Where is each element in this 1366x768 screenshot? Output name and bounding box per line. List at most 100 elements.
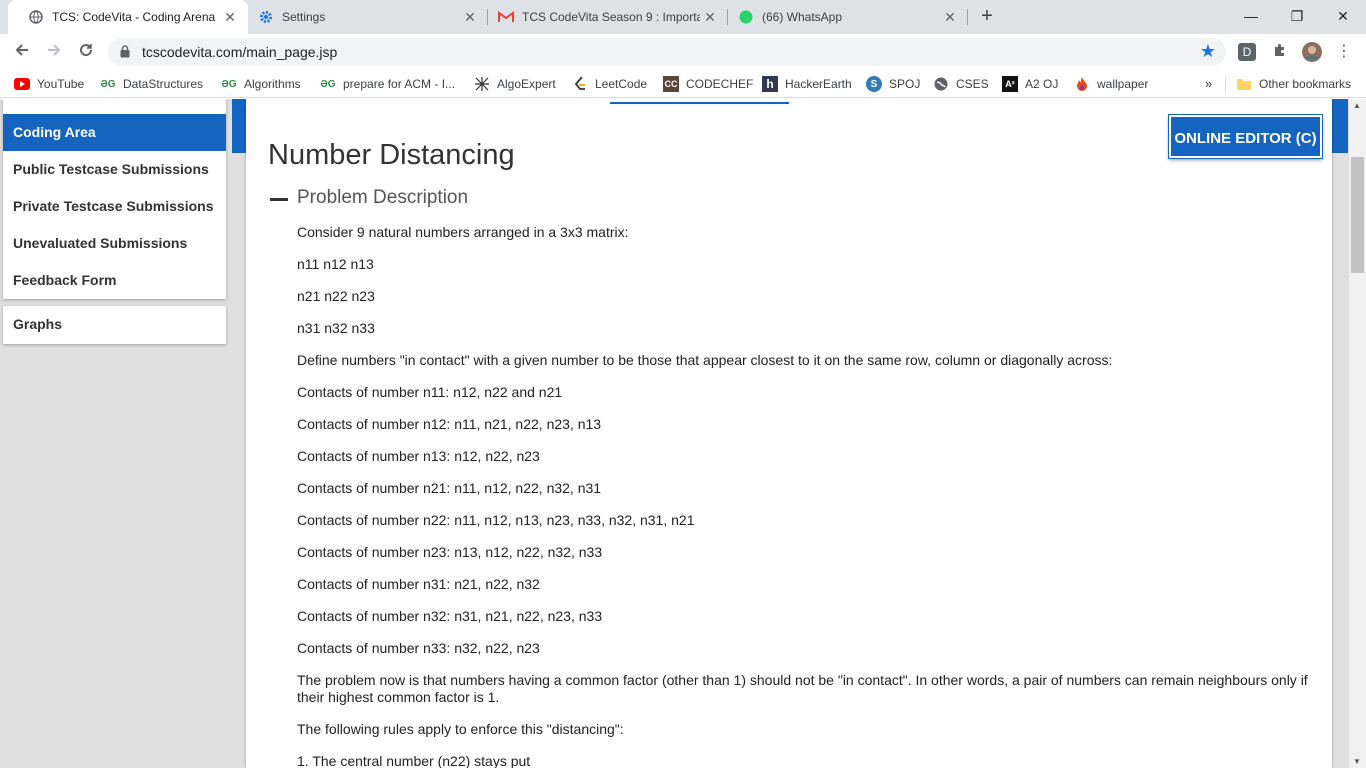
lock-icon [120, 45, 130, 58]
bookmark-label: A2 OJ [1025, 77, 1059, 91]
scroll-thumb[interactable] [1351, 157, 1364, 273]
tab-codevita-arena[interactable]: TCS: CodeVita - Coding Arena ✕ [8, 0, 248, 34]
desc-paragraph: Contacts of number n21: n11, n12, n22, n… [297, 480, 602, 496]
tab-title: (66) WhatsApp [762, 10, 843, 24]
tab-gmail-codevita[interactable]: TCS CodeVita Season 9 : Importa ✕ [478, 0, 728, 34]
gear-icon [258, 9, 274, 25]
url-text: tcscodevita.com/main_page.jsp [142, 44, 338, 60]
whatsapp-icon [738, 9, 754, 25]
bookmarks-overflow-button[interactable]: » [1205, 76, 1212, 91]
back-button[interactable] [10, 40, 34, 64]
section-title[interactable]: Problem Description [297, 187, 468, 209]
desc-paragraph: Contacts of number n23: n13, n12, n22, n… [297, 544, 603, 560]
hackerearth-icon: h [762, 76, 778, 92]
tab-title: TCS: CodeVita - Coding Arena [52, 10, 216, 24]
bookmark-divider [1225, 77, 1226, 93]
window-close-button[interactable]: ✕ [1320, 0, 1366, 34]
bookmark-label: prepare for ACM - I... [343, 77, 456, 91]
online-editor-button[interactable]: ONLINE EDITOR (C) [1168, 114, 1323, 159]
fire-icon [1074, 76, 1090, 92]
forward-button[interactable] [42, 40, 66, 64]
close-icon[interactable]: ✕ [700, 9, 720, 26]
close-icon[interactable]: ✕ [220, 9, 240, 26]
tab-whatsapp[interactable]: (66) WhatsApp ✕ [718, 0, 968, 34]
minimize-button[interactable]: — [1228, 0, 1274, 34]
desc-paragraph: n21 n22 n23 [297, 288, 375, 304]
problem-title: Number Distancing [268, 139, 515, 171]
desc-paragraph: Contacts of number n22: n11, n12, n13, n… [297, 512, 695, 528]
bookmark-label: CODECHEF [686, 77, 754, 91]
gfg-icon: ƏG [100, 78, 116, 90]
bookmark-leetcode[interactable]: LeetCode [572, 76, 647, 92]
bookmark-label: DataStructures [123, 77, 204, 91]
menu-dots-icon[interactable]: ⋮ [1334, 42, 1354, 62]
sidebar-item-coding-area[interactable]: Coding Area [3, 114, 226, 151]
bookmark-label: CSES [956, 77, 989, 91]
desc-paragraph: 1. The central number (n22) stays put [297, 753, 531, 768]
bookmark-label: AlgoExpert [497, 77, 556, 91]
page-scrollbar[interactable]: ▲ ▼ [1349, 99, 1366, 768]
active-tab-indicator [610, 102, 789, 104]
arrow-right-icon [48, 44, 61, 56]
tab-settings[interactable]: Settings ✕ [238, 0, 488, 34]
reload-icon [80, 44, 93, 57]
bookmark-wallpaper[interactable]: wallpaper [1074, 76, 1148, 92]
reload-button[interactable] [74, 40, 98, 64]
restore-button[interactable]: ❐ [1274, 0, 1320, 34]
youtube-icon [14, 76, 30, 92]
close-icon[interactable]: ✕ [460, 9, 480, 26]
page: Coding Area Public Testcase Submissions … [0, 99, 1366, 768]
bookmark-cses[interactable]: CSES [933, 76, 989, 92]
bookmarks-bar: YouTube ƏG DataStructures ƏG Algorithms … [0, 70, 1366, 98]
sidebar-item-graphs[interactable]: Graphs [3, 306, 226, 343]
sidebar-item-unevaluated[interactable]: Unevaluated Submissions [3, 225, 226, 262]
scroll-up-arrow-icon[interactable]: ▲ [1353, 101, 1361, 110]
desc-paragraph: Contacts of number n31: n21, n22, n32 [297, 576, 540, 592]
puzzle-icon[interactable] [1270, 42, 1290, 62]
browser-toolbar: tcscodevita.com/main_page.jsp ★ D ⋮ [0, 34, 1366, 70]
bookmark-star-icon[interactable]: ★ [1200, 41, 1216, 62]
extension-d-icon[interactable]: D [1238, 43, 1256, 61]
desc-paragraph: n31 n32 n33 [297, 320, 375, 336]
desc-paragraph: Contacts of number n32: n31, n21, n22, n… [297, 608, 603, 624]
bookmark-a2oj[interactable]: A² A2 OJ [1002, 76, 1058, 92]
desc-paragraph: The problem now is that numbers having a… [297, 672, 1308, 705]
sidebar-menu: Coding Area Public Testcase Submissions … [3, 99, 226, 299]
bookmark-hackerearth[interactable]: h HackerEarth [762, 76, 852, 92]
bookmark-label: YouTube [37, 77, 85, 91]
tab-separator [967, 9, 968, 25]
collapse-minus-icon[interactable] [270, 198, 288, 201]
desc-paragraph: The following rules apply to enforce thi… [297, 721, 624, 737]
globe-icon [933, 76, 949, 92]
problem-panel: ONLINE EDITOR (C) Number Distancing Prob… [246, 99, 1332, 768]
folder-icon [1236, 76, 1252, 92]
new-tab-button[interactable]: + [976, 4, 998, 28]
sidebar-item-public-testcase[interactable]: Public Testcase Submissions [3, 151, 226, 188]
bookmark-algoexpert[interactable]: AlgoExpert [474, 76, 556, 92]
bookmark-spoj[interactable]: S SPOJ [866, 76, 920, 92]
bookmark-label: LeetCode [595, 77, 648, 91]
bookmark-datastructures[interactable]: ƏG DataStructures [100, 76, 203, 92]
a2oj-icon: A² [1002, 76, 1018, 92]
sidebar-item-feedback[interactable]: Feedback Form [3, 262, 226, 299]
avatar[interactable] [1302, 42, 1322, 62]
desc-paragraph: Define numbers "in contact" with a given… [297, 352, 1113, 368]
bookmark-prepare-acm[interactable]: ƏG prepare for ACM - I... [320, 76, 455, 92]
other-bookmarks[interactable]: Other bookmarks [1236, 76, 1351, 92]
close-icon[interactable]: ✕ [940, 9, 960, 26]
desc-paragraph: Contacts of number n13: n12, n22, n23 [297, 448, 540, 464]
desc-paragraph: Contacts of number n12: n11, n21, n22, n… [297, 416, 602, 432]
sidebar-item-private-testcase[interactable]: Private Testcase Submissions [3, 188, 226, 225]
bookmark-codechef[interactable]: CC CODECHEF [663, 76, 753, 92]
bookmark-algorithms[interactable]: ƏG Algorithms [221, 76, 300, 92]
bookmark-label: Other bookmarks [1259, 77, 1352, 91]
algoexpert-icon [474, 76, 490, 92]
scroll-down-arrow-icon[interactable]: ▼ [1353, 757, 1361, 766]
globe-icon [28, 9, 44, 25]
tab-strip: TCS: CodeVita - Coding Arena ✕ Settings … [0, 0, 1366, 34]
bookmark-youtube[interactable]: YouTube [14, 76, 84, 92]
desc-paragraph: Contacts of number n11: n12, n22 and n21 [297, 384, 563, 400]
sidebar-graphs-card: Graphs [3, 306, 226, 344]
address-bar[interactable]: tcscodevita.com/main_page.jsp ★ [108, 38, 1226, 66]
bookmark-label: HackerEarth [785, 77, 852, 91]
